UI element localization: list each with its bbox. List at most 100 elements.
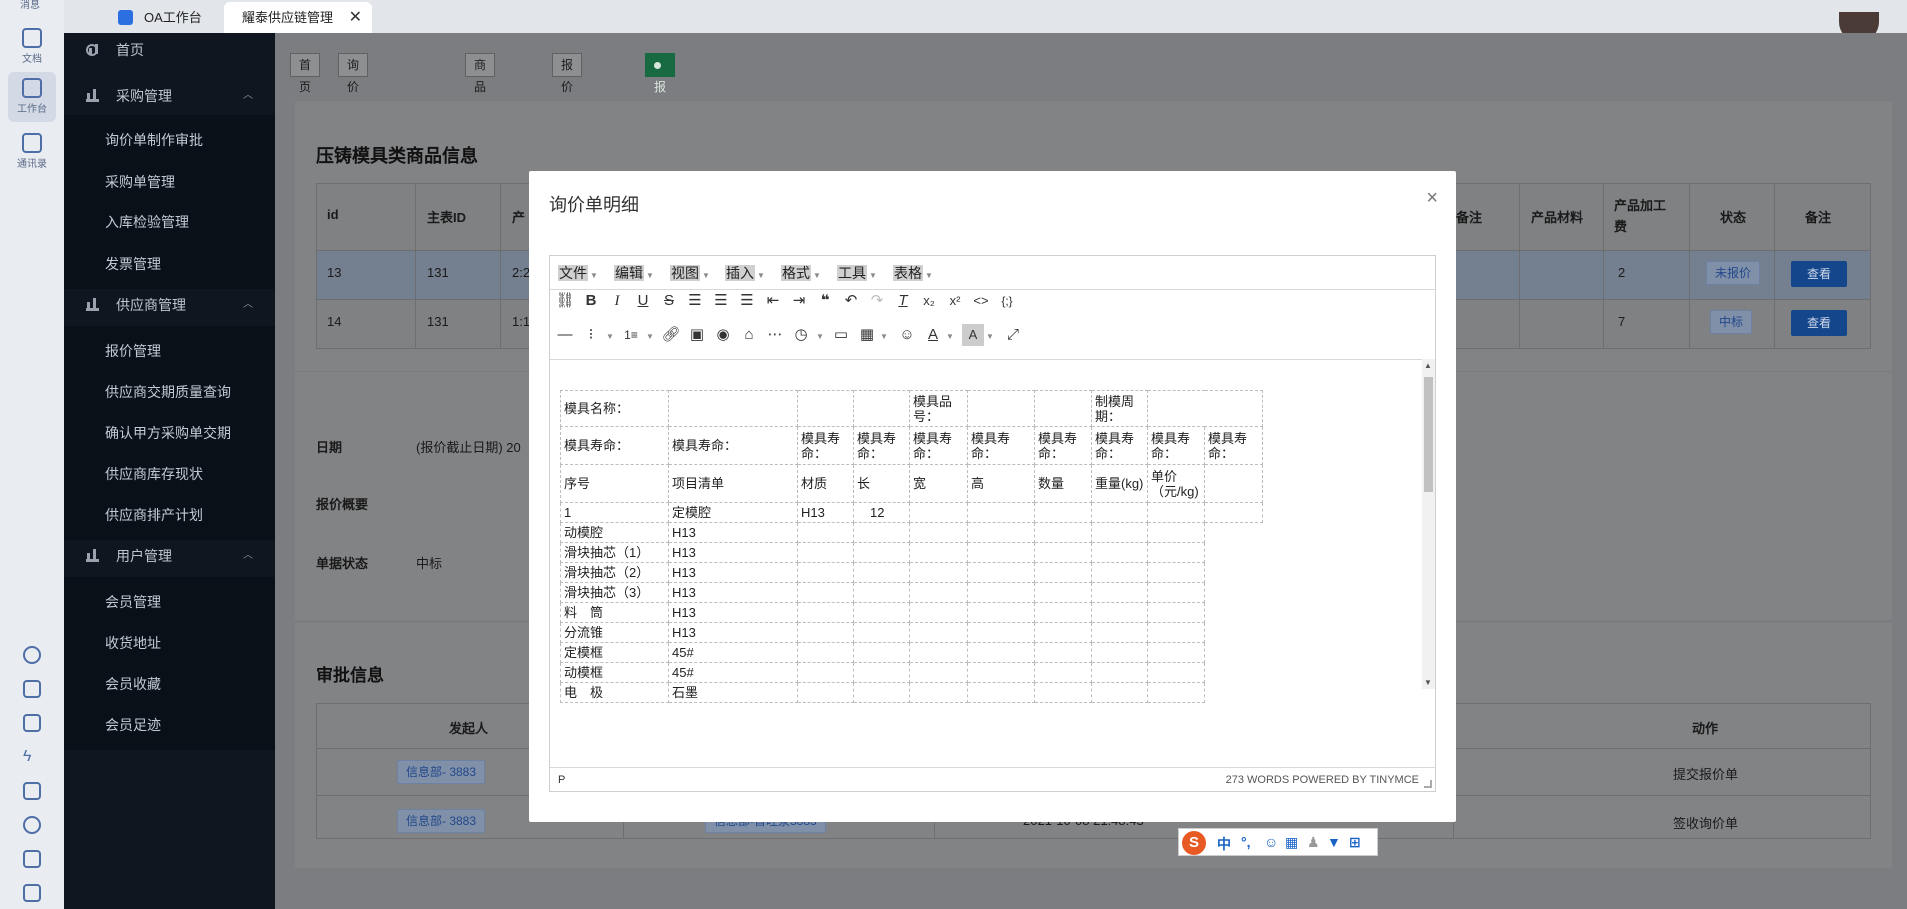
media-icon[interactable]: ▭ (830, 324, 852, 346)
strikethrough-icon[interactable]: S (658, 290, 680, 312)
bullet-list-icon[interactable]: ⁝ (580, 324, 602, 346)
datetime-icon[interactable]: ◷ (790, 324, 812, 346)
caret-down-icon[interactable]: ▼ (646, 332, 654, 341)
calendar-icon[interactable] (23, 680, 41, 698)
bold-icon[interactable]: B (580, 290, 602, 312)
doc-cell (853, 642, 910, 663)
align-left-icon[interactable]: ☰ (684, 290, 706, 312)
find-replace-icon[interactable]: ⛓ (554, 290, 576, 312)
indent-icon[interactable]: ⇥ (788, 290, 810, 312)
sidebar-group-supplier[interactable]: 供应商管理 ︿ (64, 280, 275, 330)
doc-cell (1034, 522, 1092, 543)
align-right-icon[interactable]: ☰ (736, 290, 758, 312)
menu-edit[interactable]: 编辑 ▼ (614, 264, 654, 282)
doc-cell (853, 562, 910, 583)
sidebar-group-users[interactable]: 用户管理 ︿ (64, 531, 275, 581)
doc-cell (967, 522, 1035, 543)
menu-tools[interactable]: 工具 ▼ (837, 264, 877, 282)
toolbar-row-1: ⛓ B I U S ☰ ☰ ☰ ⇤ ⇥ ❝ ↶ ↷ T x₂ x² <> {;} (550, 290, 1435, 324)
column-header: 产品材料 (1531, 210, 1584, 225)
italic-icon[interactable]: I (606, 290, 628, 312)
preview-icon[interactable]: ◉ (712, 324, 734, 346)
sidebar-group-purchase[interactable]: 采购管理 ︿ (64, 71, 275, 121)
clear-format-icon[interactable]: T (892, 290, 914, 312)
background-color-icon[interactable]: A (962, 324, 984, 346)
sidebar-item-home[interactable]: 首页 (64, 25, 275, 75)
close-icon[interactable]: × (1426, 187, 1438, 210)
outdent-icon[interactable]: ⇤ (762, 290, 784, 312)
pagebreak-icon[interactable]: ⋯ (764, 324, 786, 346)
caret-down-icon[interactable]: ▼ (946, 332, 954, 341)
scroll-thumb[interactable] (1424, 377, 1433, 492)
caret-down-icon: ▼ (925, 271, 933, 280)
menu-table[interactable]: 表格 ▼ (893, 264, 933, 282)
image-icon[interactable]: ▣ (686, 324, 708, 346)
sogou-logo-icon[interactable]: S (1182, 831, 1206, 855)
underline-icon[interactable]: U (632, 290, 654, 312)
resize-handle-icon[interactable] (1424, 780, 1432, 788)
menu-insert[interactable]: 插入 ▼ (725, 264, 765, 282)
menu-format[interactable]: 格式 ▼ (781, 264, 821, 282)
doc-cell (967, 390, 1035, 427)
element-path[interactable]: P (558, 774, 565, 786)
flash-icon[interactable]: ϟ (23, 748, 41, 766)
doc-cell (1147, 582, 1205, 603)
rich-text-editor[interactable]: 文件 ▼ 编辑 ▼ 视图 ▼ 插入 ▼ 格式 ▼ 工具 ▼ 表格 ▼ ⛓ B I U S ☰ … (549, 255, 1436, 792)
cell-id: 13 (327, 265, 342, 280)
tab-inquiry-approval[interactable]: 询价单制作审批× (338, 53, 369, 226)
note-icon[interactable] (23, 850, 41, 868)
code-sample-icon[interactable]: {;} (996, 290, 1018, 312)
task-icon[interactable] (23, 714, 41, 732)
tab-quote-management[interactable]: 报价管理× (552, 53, 583, 160)
fullscreen-icon[interactable]: ⤢ (1002, 324, 1024, 346)
caret-down-icon[interactable]: ▼ (880, 332, 888, 341)
menu-file[interactable]: 文件 ▼ (558, 264, 598, 282)
caret-down-icon[interactable]: ▼ (816, 332, 824, 341)
ime-mode[interactable]: 中 (1217, 834, 1231, 854)
cloud-icon[interactable] (23, 646, 41, 664)
scroll-down-icon[interactable]: ▼ (1424, 678, 1432, 687)
tab-home[interactable]: 首页 (290, 53, 321, 94)
redo-icon[interactable]: ↷ (866, 290, 888, 312)
text-color-icon[interactable]: A (922, 324, 944, 346)
code-icon[interactable]: <> (970, 290, 992, 312)
subscript-icon[interactable]: x₂ (918, 290, 940, 312)
toolbox-icon[interactable]: ⊞ (1349, 834, 1361, 851)
caret-down-icon[interactable]: ▼ (986, 332, 994, 341)
view-button[interactable]: 查看 (1791, 261, 1847, 287)
ime-punct[interactable]: °, (1241, 834, 1251, 850)
rail-documents[interactable]: 文档 (8, 22, 56, 72)
sidebar-item-footprints[interactable]: 会员足迹 (64, 700, 275, 750)
rail-workbench[interactable]: 工作台 (8, 72, 56, 122)
doc-cell: 模具寿命： (668, 426, 798, 465)
editor-scrollbar[interactable]: ▲ ▼ (1422, 359, 1435, 689)
bookmark-icon[interactable]: ⌂ (738, 324, 760, 346)
view-button[interactable]: 查看 (1791, 310, 1847, 336)
superscript-icon[interactable]: x² (944, 290, 966, 312)
undo-icon[interactable]: ↶ (840, 290, 862, 312)
close-icon[interactable]: ✕ (349, 2, 362, 33)
mail-icon[interactable] (23, 782, 41, 800)
doc-cell (909, 522, 968, 543)
emoji-icon[interactable]: ☺ (1264, 834, 1278, 850)
caret-down-icon[interactable]: ▼ (606, 332, 614, 341)
emoticon-icon[interactable]: ☺ (896, 324, 918, 346)
blockquote-icon[interactable]: ❝ (814, 290, 836, 312)
phone-icon[interactable] (23, 816, 41, 834)
table-icon[interactable]: ▦ (856, 324, 878, 346)
link-icon[interactable]: 🔗︎ (660, 324, 682, 346)
rail-contacts[interactable]: 通讯录 (8, 127, 56, 177)
keyboard-icon[interactable]: ▦ (1285, 834, 1298, 851)
tab-product-browse[interactable]: 商品浏览× (465, 53, 496, 160)
skin-icon[interactable]: ▼ (1327, 834, 1341, 850)
horizontal-rule-icon[interactable]: — (554, 324, 576, 346)
folder-icon[interactable] (23, 884, 41, 902)
scroll-up-icon[interactable]: ▲ (1424, 361, 1432, 370)
user-icon[interactable]: ♟ (1307, 834, 1320, 851)
numbered-list-icon[interactable]: 1≡ (620, 324, 642, 346)
menu-view[interactable]: 视图 ▼ (670, 264, 710, 282)
tab-quote-approval[interactable]: 报价单审批× (645, 53, 676, 204)
page-title: 压铸模具类商品信息 (316, 146, 478, 166)
editor-content[interactable]: 模具名称： 模具品号： 制模周期： 模具寿命： 模具寿命： 模具寿命： 模具寿命… (550, 359, 1422, 743)
align-center-icon[interactable]: ☰ (710, 290, 732, 312)
